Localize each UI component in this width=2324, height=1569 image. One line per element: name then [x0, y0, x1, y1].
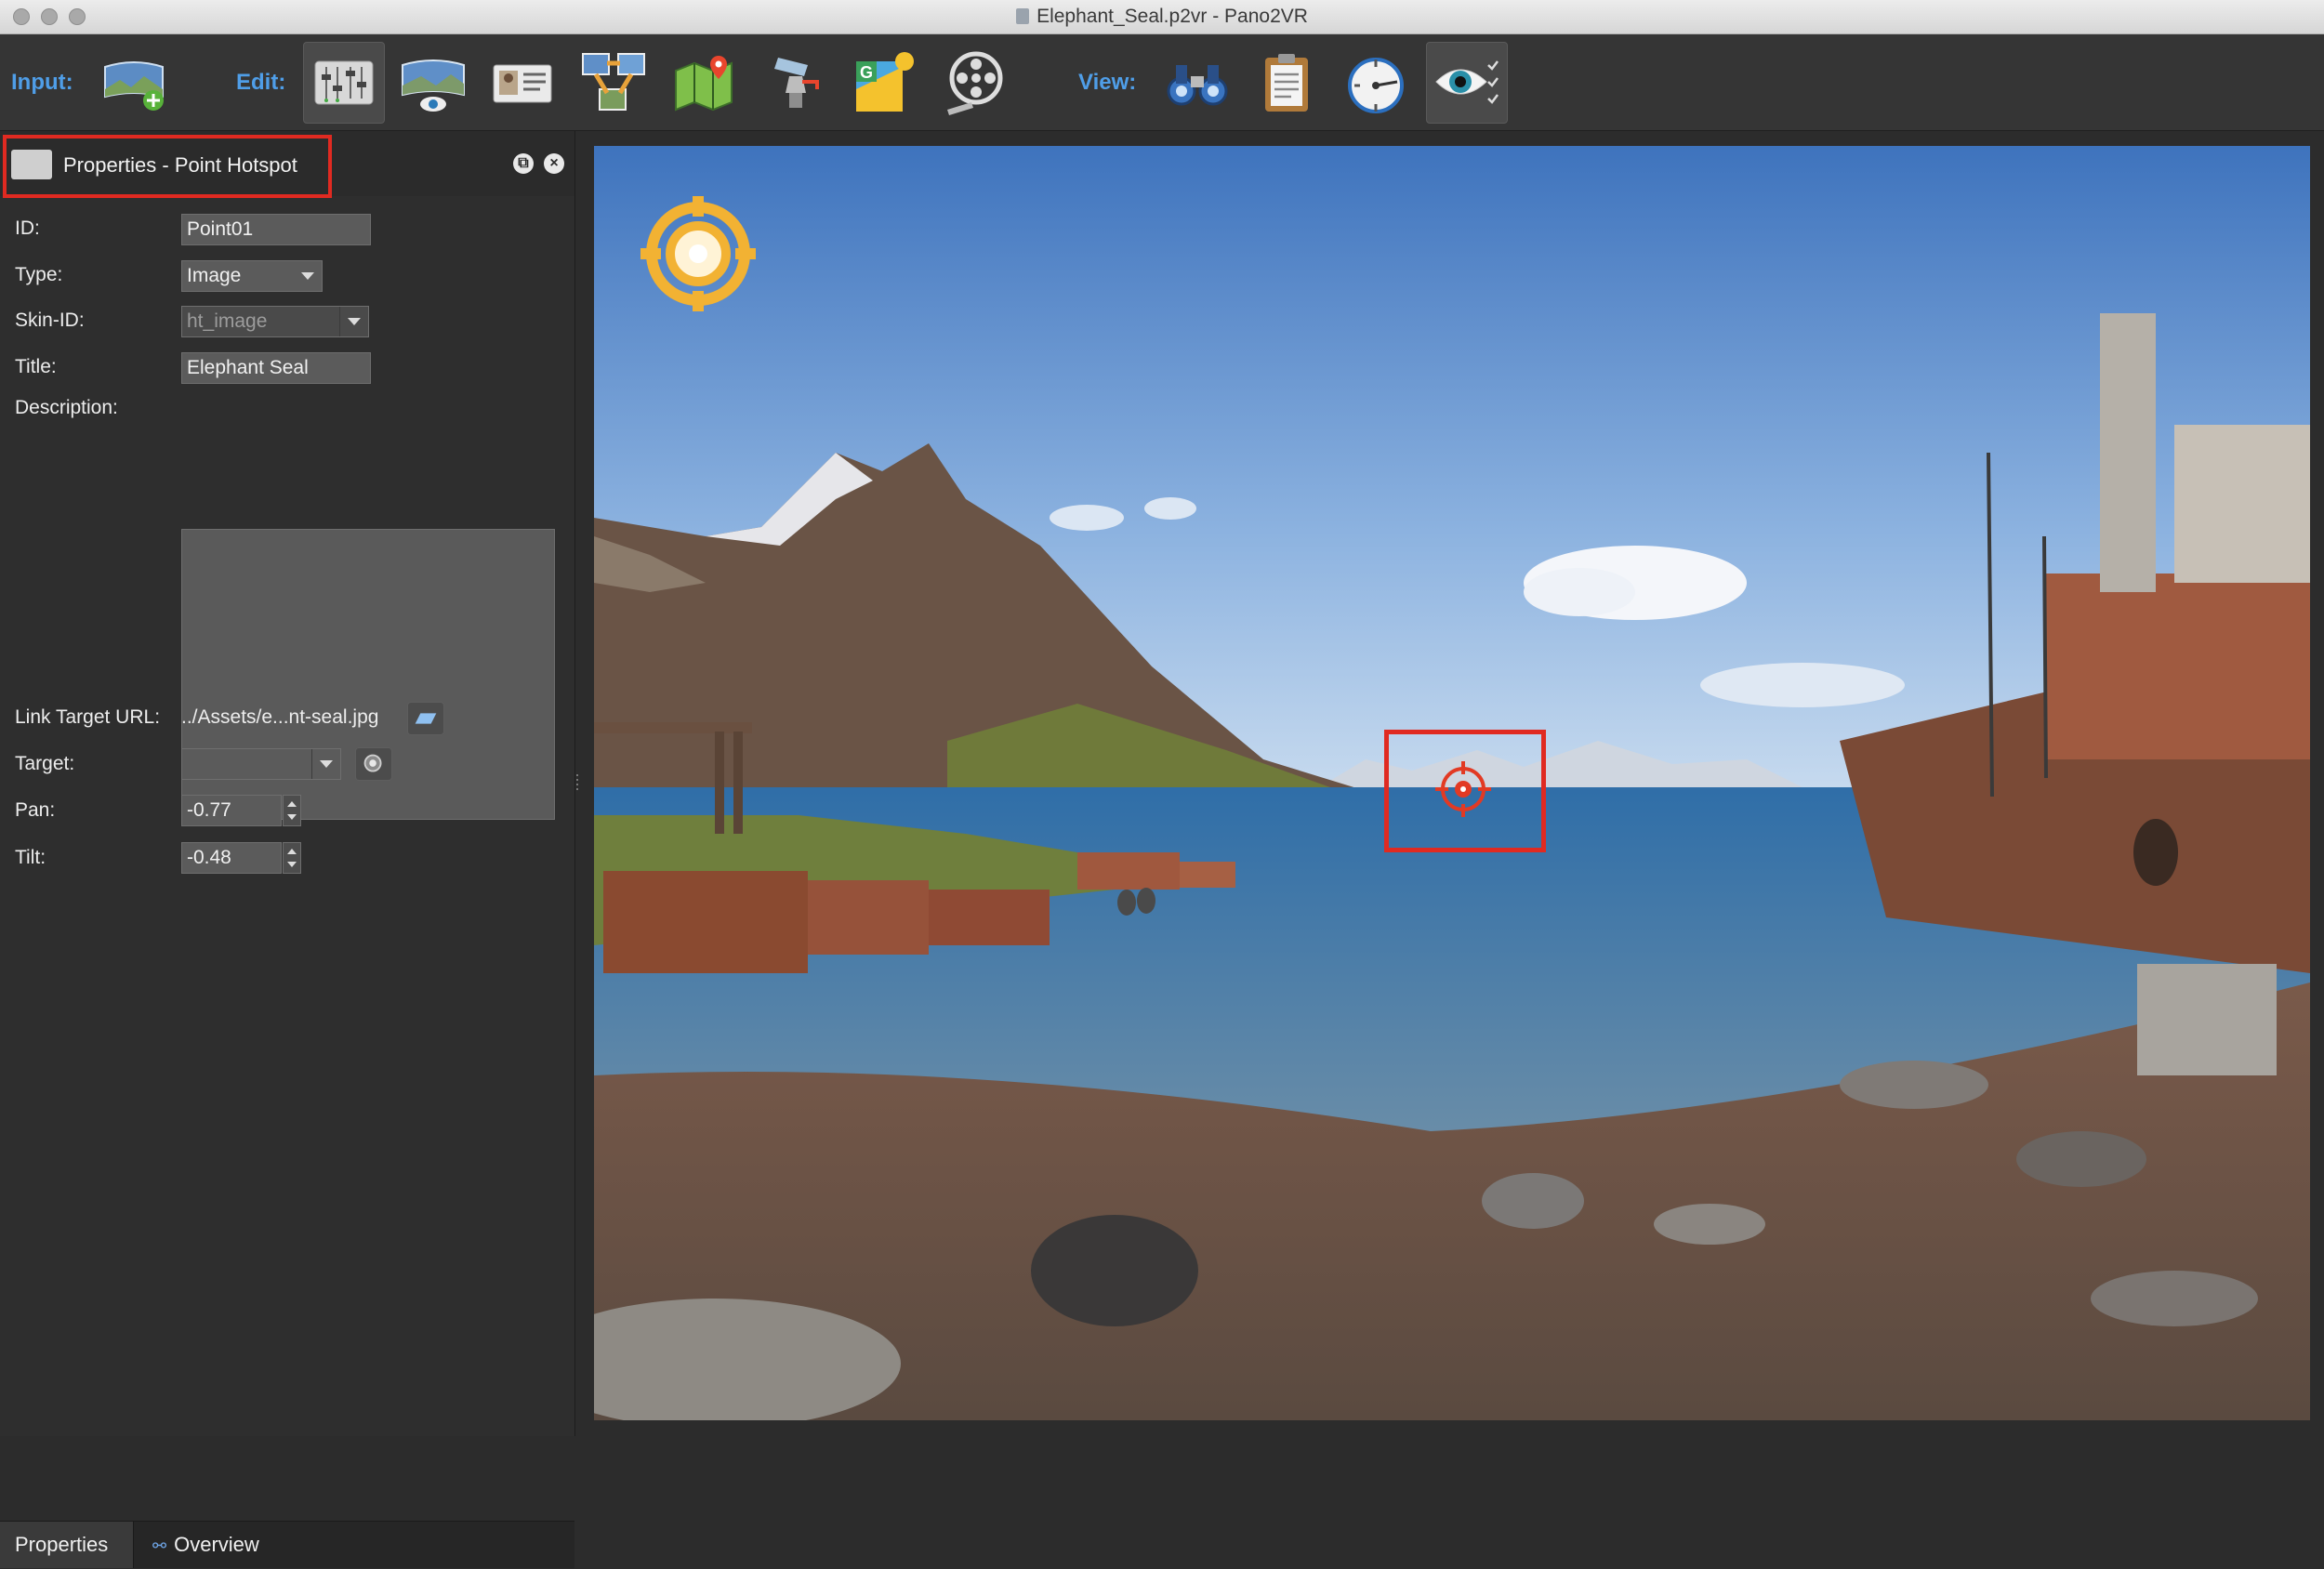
point-hotspot-icon[interactable]	[1433, 759, 1493, 819]
animation-button[interactable]	[935, 42, 1017, 124]
map-button[interactable]	[664, 42, 746, 124]
pan-field[interactable]: -0.77	[181, 795, 282, 826]
link-target-url-value: ../Assets/e...nt-seal.jpg	[181, 706, 379, 728]
add-panorama-button[interactable]	[93, 42, 175, 124]
target-picker-button[interactable]	[355, 747, 392, 781]
tilt-label: Tilt:	[15, 847, 46, 868]
link-target-url-label: Link Target URL:	[15, 706, 161, 728]
window-title: Elephant_Seal.p2vr - Pano2VR	[1037, 6, 1308, 27]
panel-tabs: Properties ⚯ Overview	[0, 1521, 574, 1568]
tour-browser-icon	[582, 53, 645, 111]
skin-id-label: Skin-ID:	[15, 310, 85, 331]
binoculars-button[interactable]	[1156, 42, 1238, 124]
binoculars-icon: ⚯	[152, 1536, 167, 1555]
chevron-down-icon	[348, 318, 361, 325]
clipboard-button[interactable]	[1246, 42, 1327, 124]
visibility-button[interactable]	[1426, 42, 1508, 124]
panel-title: Properties - Point Hotspot	[63, 153, 297, 177]
properties-panel: Properties - Point Hotspot ⧉ × ID: Point…	[0, 131, 575, 1568]
properties-sliders-icon	[314, 60, 374, 105]
panel-header: Properties - Point Hotspot ⧉ ×	[0, 131, 574, 198]
map-icon	[675, 56, 733, 112]
pan-stepper[interactable]	[283, 795, 301, 826]
close-panel-icon[interactable]: ×	[544, 153, 564, 174]
chevron-down-icon	[301, 272, 314, 280]
tour-browser-button[interactable]	[573, 42, 654, 124]
tab-overview[interactable]: ⚯ Overview	[138, 1522, 274, 1568]
tab-overview-label: Overview	[174, 1533, 259, 1556]
compass-tilt-icon	[1348, 58, 1404, 113]
eye-visibility-icon	[1435, 60, 1499, 104]
clipboard-icon	[1265, 54, 1308, 112]
panorama-viewer[interactable]	[594, 146, 2310, 1420]
description-label: Description:	[15, 397, 118, 418]
chevron-down-icon	[320, 760, 333, 768]
title-label: Title:	[15, 356, 57, 377]
target-select[interactable]	[181, 748, 341, 780]
add-panorama-icon	[104, 61, 164, 111]
edit-label: Edit:	[236, 70, 286, 95]
panel-splitter[interactable]	[574, 771, 580, 799]
patch-input-icon	[774, 58, 819, 108]
viewing-parameters-icon	[402, 59, 465, 112]
title-field[interactable]: Elephant Seal	[181, 352, 371, 384]
google-street-view-icon: G	[856, 52, 914, 112]
browse-file-button[interactable]	[407, 702, 444, 735]
pan-label: Pan:	[15, 799, 56, 821]
type-select-value: Image	[187, 265, 242, 286]
id-label: ID:	[15, 218, 40, 239]
viewing-parameters-button[interactable]	[392, 42, 474, 124]
main-toolbar: Input: Edit: G View:	[0, 34, 2324, 131]
properties-button[interactable]	[303, 42, 385, 124]
target-label: Target:	[15, 753, 75, 774]
user-data-button[interactable]	[482, 42, 563, 124]
float-panel-icon[interactable]: ⧉	[513, 153, 534, 174]
tilt-stepper[interactable]	[283, 842, 301, 874]
google-street-view-button[interactable]: G	[844, 42, 926, 124]
navigation-crosshair-icon[interactable]	[639, 194, 758, 313]
document-icon	[1016, 8, 1030, 24]
id-field[interactable]: Point01	[181, 214, 371, 245]
skin-id-select-value: ht_image	[187, 310, 268, 332]
tilt-field[interactable]: -0.48	[181, 842, 282, 874]
properties-sliders-icon	[11, 150, 52, 179]
animation-film-reel-icon	[947, 51, 1003, 115]
user-data-card-icon	[493, 64, 552, 103]
type-label: Type:	[15, 264, 63, 285]
type-select[interactable]: Image	[181, 260, 323, 292]
tab-properties[interactable]: Properties	[0, 1522, 134, 1568]
compass-button[interactable]	[1335, 42, 1417, 124]
patch-input-button[interactable]	[755, 42, 837, 124]
target-circle-icon	[363, 754, 382, 772]
binoculars-icon	[1167, 65, 1228, 106]
window-title-bar: Elephant_Seal.p2vr - Pano2VR	[0, 0, 2324, 34]
svg-text:G: G	[860, 63, 873, 82]
skin-id-select[interactable]: ht_image	[181, 306, 369, 337]
view-label: View:	[1078, 70, 1137, 95]
folder-open-icon	[415, 713, 437, 724]
input-label: Input:	[11, 70, 73, 95]
